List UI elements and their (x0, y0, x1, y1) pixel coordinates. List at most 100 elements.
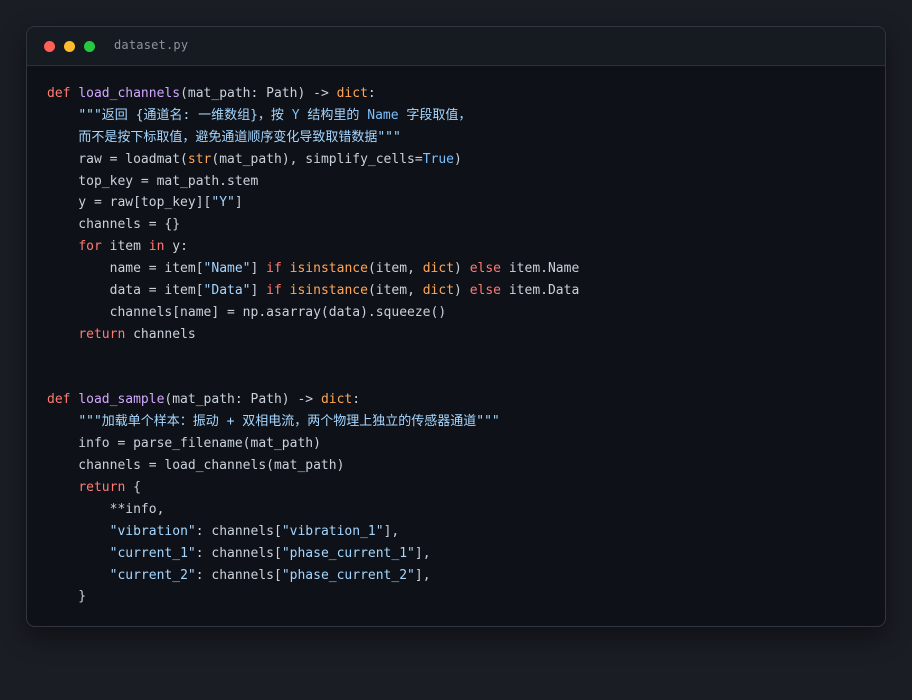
code-token: (item, (367, 261, 423, 277)
code-line: return { (47, 477, 579, 499)
code-token: else (469, 261, 502, 277)
code-token: ] (250, 261, 267, 277)
close-window-icon[interactable] (44, 41, 55, 52)
window-titlebar: dataset.py (27, 27, 885, 66)
code-token: return (78, 326, 126, 342)
file-name: dataset.py (114, 38, 189, 52)
code-line: 而不是按下标取值，避免通道顺序变化导致取错数据""" (47, 127, 579, 149)
code-token: (item, (367, 283, 423, 299)
code-token: channels[name] = np.asarray(data).squeez… (47, 304, 447, 320)
code-line: channels = {} (47, 214, 579, 236)
code-line: return channels (47, 324, 579, 346)
code-line: "current_1": channels["phase_current_1"]… (47, 543, 579, 565)
code-token: ) (454, 261, 470, 277)
code-token: "phase_current_2" (281, 567, 415, 583)
code-line: data = item["Data"] if isinstance(item, … (47, 280, 580, 302)
code-line: def load_channels(mat_path: Path) -> dic… (47, 83, 579, 105)
code-token: 字段取值， (398, 107, 472, 123)
code-token: load_sample (78, 392, 165, 408)
code-token: item (101, 239, 149, 255)
code-token: else (469, 283, 502, 299)
code-token: if (266, 283, 282, 299)
code-token: return (78, 480, 126, 496)
code-token: Y (291, 107, 300, 123)
code-token: "Y" (211, 195, 235, 211)
code-token: 而不是按下标取值，避免通道顺序变化导致取错数据""" (78, 129, 401, 145)
code-token: { (125, 480, 141, 496)
code-token: : channels[ (195, 545, 282, 561)
code-token: top_key = mat_path.stem (47, 173, 259, 189)
code-token: } (47, 589, 87, 605)
code-token: Name (367, 107, 399, 123)
code-token: def (47, 86, 71, 101)
code-token: dict (336, 86, 368, 101)
code-token: in (148, 239, 165, 255)
code-token: channels (125, 326, 196, 342)
code-token: y: (164, 239, 188, 255)
code-window: dataset.py def load_channels(mat_path: P… (26, 26, 886, 627)
code-token: dict (422, 283, 455, 299)
code-token: ) (454, 151, 462, 167)
code-token: ], (383, 523, 400, 539)
code-token: isinstance (289, 283, 368, 299)
code-line: def load_sample(mat_path: Path) -> dict: (47, 389, 579, 411)
code-token: isinstance (289, 261, 368, 277)
code-token: "Name" (203, 261, 251, 277)
code-token: def (47, 392, 71, 408)
code-token: str (187, 151, 212, 167)
code-token: """加载单个样本：振动 + 双相电流，两个物理上独立的传感器通道""" (78, 414, 500, 430)
code-line: raw = loadmat(str(mat_path), simplify_ce… (47, 149, 579, 171)
code-line: info = parse_filename(mat_path) (47, 433, 579, 455)
code-token: (mat_path: Path) -> (164, 392, 321, 408)
code-line: channels = load_channels(mat_path) (47, 455, 579, 477)
code-line: **info, (47, 499, 579, 521)
code-token: """返回 {通道名: 一维数组}，按 (78, 107, 292, 123)
code-token: item.Data (501, 283, 580, 299)
code-token: : (367, 86, 376, 101)
code-token: y = raw[top_key][ (47, 195, 212, 211)
code-token: **info, (47, 501, 165, 517)
code-token: load_channels (78, 86, 181, 101)
code-token: ], (414, 545, 431, 561)
code-line: } (47, 586, 579, 608)
code-token: for (78, 239, 102, 255)
code-line: "current_2": channels["phase_current_2"]… (47, 565, 579, 587)
code-token: ) (454, 283, 470, 299)
code-token: name = item[ (47, 261, 204, 277)
minimize-window-icon[interactable] (64, 41, 75, 52)
code-token: ], (414, 567, 431, 583)
code-line: for item in y: (47, 236, 579, 258)
code-token: : (352, 392, 361, 408)
code-token: data = item[ (47, 283, 204, 299)
code-token: dict (422, 261, 455, 277)
code-token: "current_2" (109, 567, 196, 583)
code-token: 结构里的 (299, 107, 368, 123)
code-token: dict (320, 392, 353, 408)
code-line: y = raw[top_key]["Y"] (47, 192, 579, 214)
code-token: (mat_path), simplify_cells= (211, 151, 423, 167)
code-token: ] (234, 195, 243, 211)
maximize-window-icon[interactable] (84, 41, 95, 52)
code-token: channels = load_channels(mat_path) (47, 458, 345, 474)
code-line: "vibration": channels["vibration_1"], (47, 521, 579, 543)
code-token: : channels[ (195, 523, 282, 539)
code-block[interactable]: def load_channels(mat_path: Path) -> dic… (47, 83, 579, 608)
code-token: info = parse_filename(mat_path) (47, 436, 321, 452)
code-token: (mat_path: Path) -> (180, 86, 337, 101)
code-token: "vibration_1" (281, 523, 384, 539)
code-token: ] (250, 283, 267, 299)
code-token: "phase_current_1" (281, 545, 415, 561)
